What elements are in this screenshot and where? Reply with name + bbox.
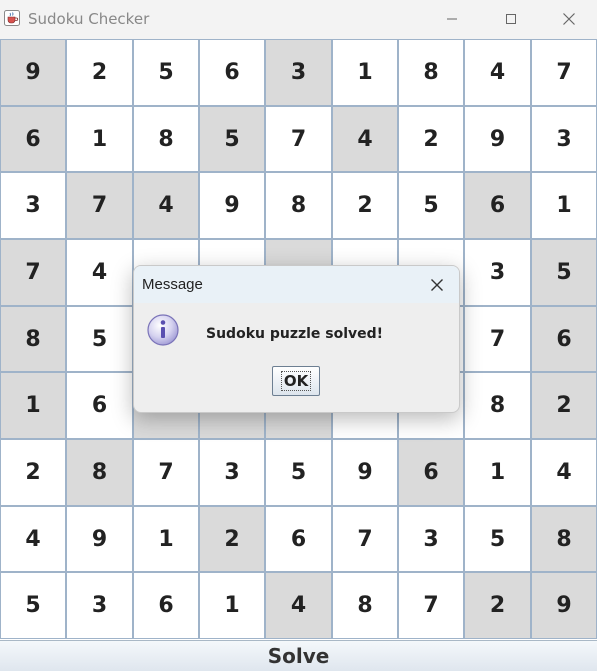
sudoku-cell[interactable]: 4	[133, 172, 199, 239]
sudoku-cell[interactable]: 8	[265, 172, 332, 239]
minimize-icon	[447, 18, 457, 20]
solve-button[interactable]: Solve	[0, 640, 597, 671]
sudoku-cell[interactable]: 4	[66, 239, 133, 306]
message-dialog: Message Sudoku puzzle solved! OK	[133, 265, 460, 413]
minimize-button[interactable]	[423, 0, 481, 38]
window-titlebar[interactable]: Sudoku Checker	[0, 0, 597, 40]
sudoku-cell[interactable]: 3	[66, 572, 133, 639]
sudoku-cell[interactable]: 9	[66, 506, 133, 572]
close-icon	[431, 279, 443, 291]
sudoku-cell[interactable]: 6	[199, 39, 265, 106]
sudoku-cell[interactable]: 2	[464, 572, 531, 639]
sudoku-cell[interactable]: 6	[265, 506, 332, 572]
sudoku-cell[interactable]: 3	[398, 506, 464, 572]
sudoku-cell[interactable]: 3	[464, 239, 531, 306]
sudoku-cell[interactable]: 9	[464, 106, 531, 172]
sudoku-cell[interactable]: 7	[398, 572, 464, 639]
sudoku-cell[interactable]: 6	[0, 106, 66, 172]
sudoku-cell[interactable]: 5	[133, 39, 199, 106]
sudoku-cell[interactable]: 7	[0, 239, 66, 306]
sudoku-cell[interactable]: 6	[398, 439, 464, 506]
sudoku-cell[interactable]: 8	[133, 106, 199, 172]
dialog-title: Message	[142, 276, 203, 293]
sudoku-cell[interactable]: 1	[531, 172, 597, 239]
sudoku-cell[interactable]: 1	[332, 39, 398, 106]
sudoku-cell[interactable]: 2	[66, 39, 133, 106]
dialog-message: Sudoku puzzle solved!	[206, 326, 384, 342]
sudoku-cell[interactable]: 7	[66, 172, 133, 239]
sudoku-cell[interactable]: 9	[199, 172, 265, 239]
maximize-button[interactable]	[482, 0, 540, 38]
sudoku-cell[interactable]: 5	[199, 106, 265, 172]
sudoku-cell[interactable]: 3	[531, 106, 597, 172]
sudoku-cell[interactable]: 7	[464, 306, 531, 372]
sudoku-cell[interactable]: 4	[0, 506, 66, 572]
sudoku-cell[interactable]: 7	[265, 106, 332, 172]
sudoku-cell[interactable]: 9	[332, 439, 398, 506]
sudoku-cell[interactable]: 8	[0, 306, 66, 372]
sudoku-checker-window: Sudoku Checker 9256318476185742933749825…	[0, 0, 597, 671]
sudoku-cell[interactable]: 1	[0, 372, 66, 439]
sudoku-cell[interactable]: 1	[133, 506, 199, 572]
sudoku-cell[interactable]: 5	[464, 506, 531, 572]
sudoku-cell[interactable]: 4	[332, 106, 398, 172]
sudoku-cell[interactable]: 2	[199, 506, 265, 572]
dialog-close-button[interactable]	[425, 274, 449, 296]
dialog-titlebar[interactable]: Message	[134, 266, 459, 303]
sudoku-cell[interactable]: 9	[531, 572, 597, 639]
sudoku-cell[interactable]: 4	[464, 39, 531, 106]
sudoku-cell[interactable]: 8	[531, 506, 597, 572]
sudoku-cell[interactable]: 7	[133, 439, 199, 506]
sudoku-cell[interactable]: 6	[133, 572, 199, 639]
sudoku-cell[interactable]: 8	[66, 439, 133, 506]
sudoku-cell[interactable]: 2	[531, 372, 597, 439]
close-icon	[563, 13, 575, 25]
sudoku-cell[interactable]: 1	[199, 572, 265, 639]
sudoku-cell[interactable]: 4	[531, 439, 597, 506]
sudoku-cell[interactable]: 6	[464, 172, 531, 239]
sudoku-cell[interactable]: 1	[464, 439, 531, 506]
sudoku-cell[interactable]: 7	[531, 39, 597, 106]
sudoku-cell[interactable]: 2	[332, 172, 398, 239]
close-window-button[interactable]	[540, 0, 597, 38]
sudoku-cell[interactable]: 3	[265, 39, 332, 106]
sudoku-cell[interactable]: 8	[332, 572, 398, 639]
sudoku-cell[interactable]: 5	[66, 306, 133, 372]
java-cup-icon	[4, 10, 20, 26]
sudoku-cell[interactable]: 3	[0, 172, 66, 239]
sudoku-cell[interactable]: 5	[398, 172, 464, 239]
ok-button[interactable]: OK	[272, 366, 320, 396]
sudoku-cell[interactable]: 8	[398, 39, 464, 106]
window-title: Sudoku Checker	[28, 10, 150, 28]
sudoku-cell[interactable]: 5	[265, 439, 332, 506]
sudoku-cell[interactable]: 5	[0, 572, 66, 639]
information-icon	[147, 314, 179, 346]
sudoku-cell[interactable]: 3	[199, 439, 265, 506]
sudoku-cell[interactable]: 5	[531, 239, 597, 306]
sudoku-cell[interactable]: 8	[464, 372, 531, 439]
sudoku-cell[interactable]: 6	[531, 306, 597, 372]
sudoku-cell[interactable]: 1	[66, 106, 133, 172]
ok-button-label: OK	[280, 371, 312, 391]
sudoku-cell[interactable]: 7	[332, 506, 398, 572]
sudoku-cell[interactable]: 2	[0, 439, 66, 506]
sudoku-cell[interactable]: 9	[0, 39, 66, 106]
sudoku-cell[interactable]: 6	[66, 372, 133, 439]
sudoku-cell[interactable]: 4	[265, 572, 332, 639]
maximize-icon	[506, 14, 516, 24]
sudoku-cell[interactable]: 2	[398, 106, 464, 172]
